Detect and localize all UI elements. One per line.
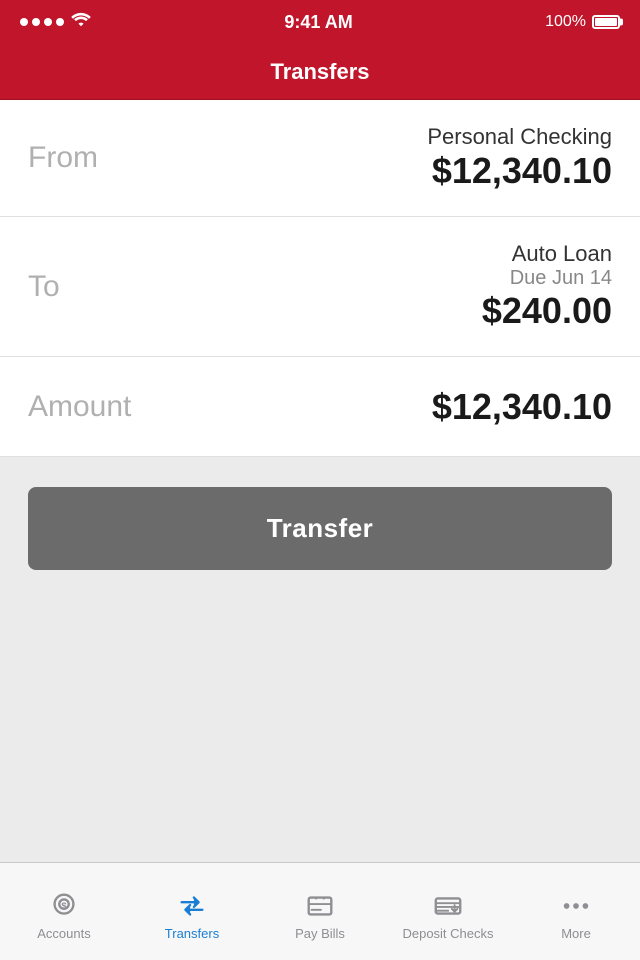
tab-deposit-checks[interactable]: Deposit Checks (384, 863, 512, 960)
from-label: From (28, 141, 98, 175)
button-area: Transfer (0, 457, 640, 862)
transfers-icon (175, 891, 209, 921)
transfer-button[interactable]: Transfer (28, 487, 612, 570)
tab-pay-bills[interactable]: Pay Bills (256, 863, 384, 960)
signal-dot-1 (20, 18, 28, 26)
battery-icon (592, 15, 620, 29)
to-amount: $240.00 (482, 290, 612, 332)
deposit-checks-icon (431, 891, 465, 921)
signal-dots (20, 18, 64, 26)
status-right: 100% (545, 13, 620, 31)
from-account-name: Personal Checking (427, 124, 612, 150)
nav-header: Transfers (0, 44, 640, 100)
pay-bills-icon (303, 891, 337, 921)
to-account-name: Auto Loan (482, 241, 612, 267)
tab-more-label: More (561, 926, 591, 941)
from-right: Personal Checking $12,340.10 (427, 124, 612, 192)
wifi-icon (70, 12, 92, 33)
tab-deposit-checks-label: Deposit Checks (402, 926, 493, 941)
signal-dot-2 (32, 18, 40, 26)
status-bar: 9:41 AM 100% (0, 0, 640, 44)
from-amount: $12,340.10 (427, 150, 612, 192)
status-time: 9:41 AM (284, 12, 352, 33)
to-row[interactable]: To Auto Loan Due Jun 14 $240.00 (0, 217, 640, 357)
content-wrapper: From Personal Checking $12,340.10 To Aut… (0, 100, 640, 862)
to-right: Auto Loan Due Jun 14 $240.00 (482, 241, 612, 332)
tab-pay-bills-label: Pay Bills (295, 926, 345, 941)
battery-percent: 100% (545, 13, 586, 31)
signal-dot-4 (56, 18, 64, 26)
page-title: Transfers (270, 59, 369, 85)
amount-value: $12,340.10 (432, 386, 612, 428)
to-label: To (28, 270, 60, 304)
tab-more[interactable]: More (512, 863, 640, 960)
tab-accounts-label: Accounts (37, 926, 90, 941)
to-due-date: Due Jun 14 (482, 267, 612, 290)
amount-row[interactable]: Amount $12,340.10 (0, 357, 640, 457)
from-row[interactable]: From Personal Checking $12,340.10 (0, 100, 640, 217)
signal-dot-3 (44, 18, 52, 26)
tab-bar: $ Accounts Transfers Pay Bi (0, 862, 640, 960)
tab-accounts[interactable]: $ Accounts (0, 863, 128, 960)
accounts-icon: $ (47, 891, 81, 921)
tab-transfers-label: Transfers (165, 926, 219, 941)
amount-label: Amount (28, 390, 131, 424)
status-left (20, 12, 92, 33)
svg-text:$: $ (61, 899, 67, 910)
more-icon (559, 891, 593, 921)
tab-transfers[interactable]: Transfers (128, 863, 256, 960)
